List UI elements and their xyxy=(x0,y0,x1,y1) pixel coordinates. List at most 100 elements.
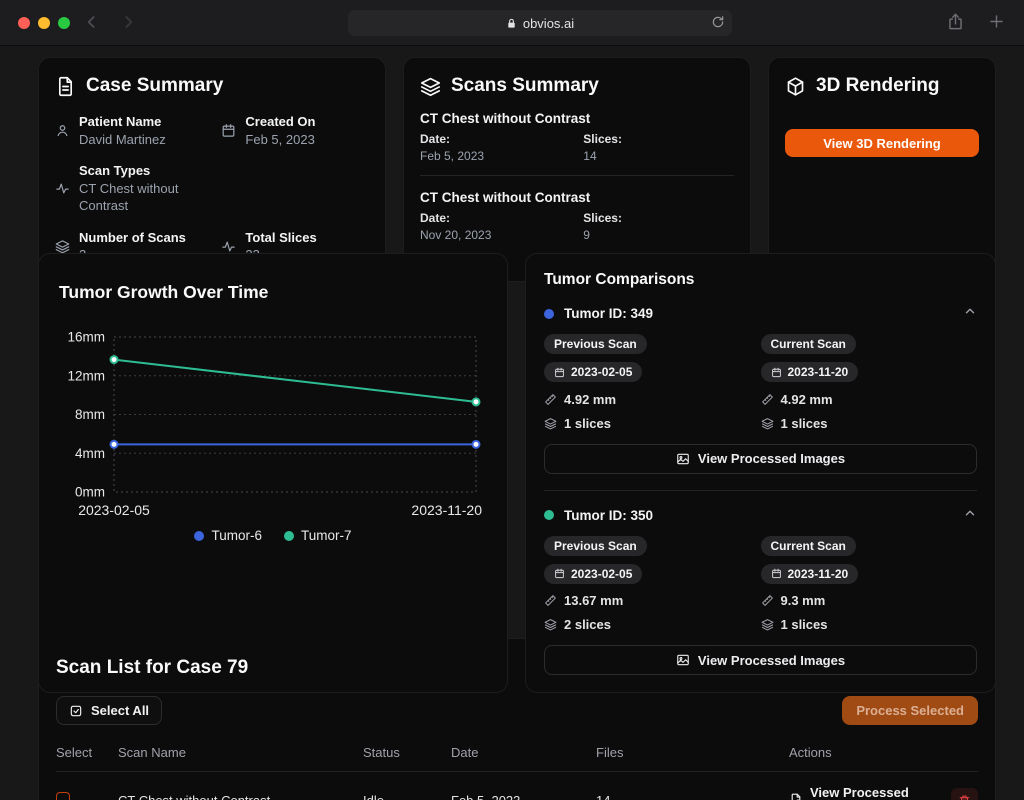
activity-icon xyxy=(55,181,70,196)
browser-toolbar: obvios.ai xyxy=(0,0,1024,46)
select-all-button[interactable]: Select All xyxy=(56,696,162,725)
address-bar[interactable]: obvios.ai xyxy=(348,10,732,36)
ruler-icon xyxy=(544,594,557,607)
date-cell: Feb 5, 2023 xyxy=(451,772,596,800)
scan-table: Select Scan Name Status Date Files Actio… xyxy=(56,745,978,800)
image-icon xyxy=(676,452,690,466)
svg-text:12mm: 12mm xyxy=(67,368,105,383)
rendering-title: 3D Rendering xyxy=(816,75,940,97)
column-header-date: Date xyxy=(451,745,596,772)
scan-entry: CT Chest without Contrast Date: Nov 20, … xyxy=(420,190,734,242)
svg-text:2023-11-20: 2023-11-20 xyxy=(411,502,482,518)
current-scan-column: Current Scan 2023-11-20 9.3 mm 1 slices xyxy=(761,536,978,633)
url-text: obvios.ai xyxy=(523,16,574,31)
patient-name-field: Patient Name David Martinez xyxy=(55,113,221,148)
layers-icon xyxy=(55,239,70,254)
svg-text:8mm: 8mm xyxy=(75,407,105,422)
previous-scan-column: Previous Scan 2023-02-05 4.92 mm 1 slice… xyxy=(544,334,761,431)
file-check-icon xyxy=(789,793,803,800)
scans-summary-card: Scans Summary CT Chest without Contrast … xyxy=(403,57,751,282)
previous-scan-badge: Previous Scan xyxy=(544,334,647,354)
divider xyxy=(420,175,734,176)
created-on-field: Created On Feb 5, 2023 xyxy=(221,113,369,148)
user-icon xyxy=(55,123,70,138)
view-3d-rendering-button[interactable]: View 3D Rendering xyxy=(785,129,979,157)
reload-icon[interactable] xyxy=(711,15,725,32)
tumor-header-349[interactable]: Tumor ID: 349 xyxy=(544,304,977,323)
tumor-growth-chart: 0mm4mm8mm12mm16mm2023-02-052023-11-20 xyxy=(55,320,493,520)
back-icon[interactable] xyxy=(82,12,102,37)
image-icon xyxy=(676,653,690,667)
legend-dot xyxy=(194,531,204,541)
layers-icon xyxy=(761,417,774,430)
new-tab-icon[interactable] xyxy=(987,12,1006,36)
previous-scan-column: Previous Scan 2023-02-05 13.67 mm 2 slic… xyxy=(544,536,761,633)
tumor-header-350[interactable]: Tumor ID: 350 xyxy=(544,506,977,525)
forward-icon[interactable] xyxy=(118,12,138,37)
chart-legend: Tumor-6 Tumor-7 xyxy=(55,528,491,543)
scan-date-badge: 2023-11-20 xyxy=(761,362,859,382)
previous-scan-badge: Previous Scan xyxy=(544,536,647,556)
tumor-comparisons-card: Tumor Comparisons Tumor ID: 349 Previous… xyxy=(525,253,996,693)
table-row: CT Chest without Contrast Idle Feb 5, 20… xyxy=(56,772,978,800)
rendering-card: 3D Rendering View 3D Rendering xyxy=(768,57,996,282)
chevron-up-icon[interactable] xyxy=(963,304,977,323)
activity-icon xyxy=(221,239,236,254)
legend-item: Tumor-6 xyxy=(194,528,262,543)
legend-item: Tumor-7 xyxy=(284,528,352,543)
share-icon[interactable] xyxy=(946,12,965,36)
column-header-select: Select xyxy=(56,745,118,772)
checkbox-check-icon xyxy=(69,704,83,718)
tumor-dot xyxy=(544,309,554,319)
trash-icon xyxy=(958,794,971,800)
column-header-status: Status xyxy=(363,745,451,772)
view-processed-images-button[interactable]: View Processed Images xyxy=(544,645,977,675)
current-scan-badge: Current Scan xyxy=(761,334,856,354)
divider xyxy=(544,490,977,491)
process-selected-button[interactable]: Process Selected xyxy=(842,696,978,725)
column-header-scan-name: Scan Name xyxy=(118,745,363,772)
layers-icon xyxy=(420,76,441,97)
view-processed-images-button[interactable]: View Processed Images xyxy=(544,444,977,474)
lock-icon xyxy=(506,18,517,29)
minimize-window-button[interactable] xyxy=(38,17,50,29)
status-cell: Idle xyxy=(363,772,451,800)
ruler-icon xyxy=(761,594,774,607)
close-window-button[interactable] xyxy=(18,17,30,29)
chart-title: Tumor Growth Over Time xyxy=(59,282,487,303)
layers-icon xyxy=(544,618,557,631)
view-processed-files-button[interactable]: View Processed Files xyxy=(789,785,935,800)
scan-name-cell: CT Chest without Contrast xyxy=(118,772,363,800)
tumor-growth-card: Tumor Growth Over Time 0mm4mm8mm12mm16mm… xyxy=(38,253,508,693)
files-cell: 14 xyxy=(596,772,789,800)
case-summary-card: Case Summary Patient Name David Martinez… xyxy=(38,57,386,282)
delete-scan-button[interactable] xyxy=(951,788,978,800)
svg-text:16mm: 16mm xyxy=(67,330,105,345)
legend-dot xyxy=(284,531,294,541)
scan-types-field: Scan Types CT Chest without Contrast xyxy=(55,162,221,215)
case-summary-title: Case Summary xyxy=(86,75,223,97)
column-header-actions: Actions xyxy=(789,745,978,772)
layers-icon xyxy=(761,618,774,631)
file-text-icon xyxy=(55,76,76,97)
browser-window: obvios.ai Case Summary Patient Name xyxy=(0,0,1024,800)
calendar-icon xyxy=(221,123,236,138)
tumor-comparisons-title: Tumor Comparisons xyxy=(544,271,977,289)
layers-icon xyxy=(544,417,557,430)
svg-text:0mm: 0mm xyxy=(75,485,105,500)
row-checkbox[interactable] xyxy=(56,792,70,800)
traffic-lights xyxy=(18,17,70,29)
page-content: Case Summary Patient Name David Martinez… xyxy=(0,46,1024,800)
chevron-up-icon[interactable] xyxy=(963,506,977,525)
scan-entry: CT Chest without Contrast Date: Feb 5, 2… xyxy=(420,111,734,163)
scan-date-badge: 2023-11-20 xyxy=(761,564,859,584)
column-header-files: Files xyxy=(596,745,789,772)
current-scan-badge: Current Scan xyxy=(761,536,856,556)
current-scan-column: Current Scan 2023-11-20 4.92 mm 1 slices xyxy=(761,334,978,431)
ruler-icon xyxy=(544,393,557,406)
svg-text:2023-02-05: 2023-02-05 xyxy=(78,502,150,518)
scan-date-badge: 2023-02-05 xyxy=(544,362,642,382)
zoom-window-button[interactable] xyxy=(58,17,70,29)
scans-summary-title: Scans Summary xyxy=(451,75,599,97)
ruler-icon xyxy=(761,393,774,406)
